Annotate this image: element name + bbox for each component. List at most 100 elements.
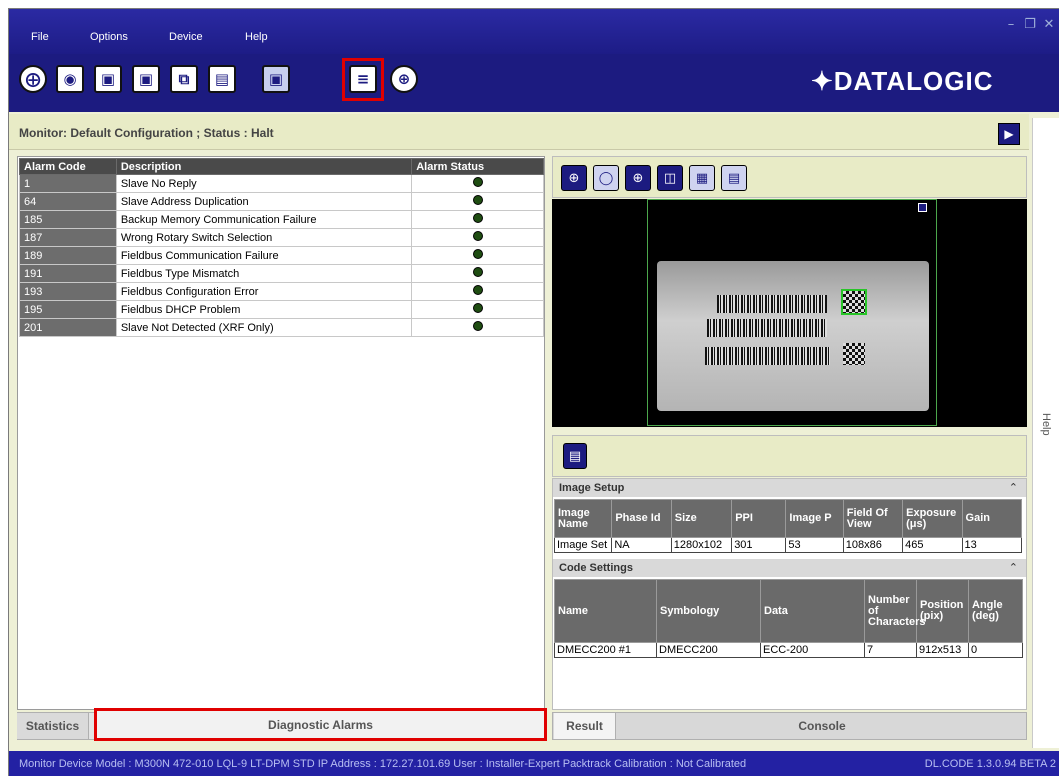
- col-angle[interactable]: Angle (deg): [968, 579, 1023, 643]
- tab-result[interactable]: Result: [554, 713, 616, 739]
- col-data[interactable]: Data: [760, 579, 865, 643]
- cell: DMECC200 #1: [554, 642, 657, 658]
- status-led-icon: [472, 321, 483, 331]
- crosshair-icon[interactable]: ⨁: [19, 65, 47, 93]
- table-row[interactable]: 189 Fieldbus Communication Failure: [19, 246, 544, 265]
- col-number-of-characters[interactable]: Number of Characters: [864, 579, 925, 643]
- alarm-description: Fieldbus DHCP Problem: [115, 300, 413, 319]
- cell: DMECC200: [656, 642, 761, 658]
- play-button[interactable]: ▶: [998, 123, 1020, 145]
- alarm-description: Backup Memory Communication Failure: [115, 210, 413, 229]
- cell: 7: [864, 642, 917, 658]
- col-phase-id[interactable]: Phase Id: [611, 499, 672, 538]
- menu-device[interactable]: Device: [169, 31, 203, 43]
- image-setup-header[interactable]: Image Setup ⌃: [553, 479, 1026, 497]
- col-exposure[interactable]: Exposure (μs): [902, 499, 963, 538]
- table-row[interactable]: 64 Slave Address Duplication: [19, 192, 544, 211]
- table-row[interactable]: DMECC200 #1 DMECC200 ECC-200 7 912x513 0: [554, 642, 1023, 658]
- table-row[interactable]: 201 Slave Not Detected (XRF Only): [19, 318, 544, 337]
- save-image-icon[interactable]: ◫: [657, 165, 683, 191]
- tab-console[interactable]: Console: [617, 713, 1027, 739]
- monitor-status-text: Monitor: Default Configuration ; Status …: [19, 126, 274, 140]
- table-row[interactable]: 193 Fieldbus Configuration Error: [19, 282, 544, 301]
- alarm-description: Slave Address Duplication: [115, 192, 413, 211]
- code-settings-table: Name Symbology Data Number of Characters…: [554, 579, 1023, 658]
- zoom-100-icon[interactable]: ◯: [593, 165, 619, 191]
- camera-save-icon[interactable]: ▣: [132, 65, 160, 93]
- monitor-highlight: [342, 58, 384, 101]
- status-led-icon: [472, 213, 483, 223]
- col-image-p[interactable]: Image P: [785, 499, 844, 538]
- alarm-description: Slave No Reply: [115, 174, 413, 193]
- table-row[interactable]: 195 Fieldbus DHCP Problem: [19, 300, 544, 319]
- image-toolbar: ⊕ ◯ ⊕ ◫ ▦ ▤: [552, 156, 1027, 198]
- window-save-icon[interactable]: ▤: [208, 65, 236, 93]
- col-ppi[interactable]: PPI: [731, 499, 787, 538]
- table-row[interactable]: 1 Slave No Reply: [19, 174, 544, 193]
- window-export-icon[interactable]: ⧉: [170, 65, 198, 93]
- table-row[interactable]: 191 Fieldbus Type Mismatch: [19, 264, 544, 283]
- alarm-description: Fieldbus Communication Failure: [115, 246, 413, 265]
- alarm-code: 191: [19, 264, 117, 283]
- close-icon[interactable]: ✕: [1040, 17, 1058, 33]
- alarm-code: 1: [19, 174, 117, 193]
- col-image-name[interactable]: Image Name: [553, 499, 613, 538]
- col-gain[interactable]: Gain: [961, 499, 1023, 538]
- monitor-status-bar: Monitor: Default Configuration ; Status …: [9, 114, 1029, 150]
- image-setup-table: Image Name Phase Id Size PPI Image P Fie…: [553, 499, 1023, 553]
- tab-diagnostic-alarms[interactable]: Diagnostic Alarms: [94, 708, 547, 741]
- camera-disabled-icon[interactable]: ▣: [262, 65, 290, 93]
- chevron-up-icon[interactable]: ⌃: [1009, 559, 1018, 577]
- zoom-fit-icon[interactable]: ⊕: [625, 165, 651, 191]
- clipboard-icon[interactable]: ▤: [563, 443, 587, 469]
- cell: Image Set: [553, 537, 613, 553]
- col-name[interactable]: Name: [554, 579, 657, 643]
- alarm-code: 185: [19, 210, 117, 229]
- alarm-description: Wrong Rotary Switch Selection: [115, 228, 413, 247]
- table-row[interactable]: 187 Wrong Rotary Switch Selection: [19, 228, 544, 247]
- col-alarm-code[interactable]: Alarm Code: [19, 158, 117, 175]
- expand-icon[interactable]: [918, 203, 927, 212]
- col-field-of-view[interactable]: Field Of View: [842, 499, 904, 538]
- chevron-up-icon[interactable]: ⌃: [1009, 479, 1018, 497]
- help-label[interactable]: Help: [1040, 413, 1052, 436]
- barcode-graphic: [717, 295, 827, 313]
- alarm-description: Fieldbus Configuration Error: [115, 282, 413, 301]
- zoom-in-icon[interactable]: ⊕: [561, 165, 587, 191]
- menu-bar: File Options Device Help – ❐ ✕: [9, 9, 1059, 54]
- camera-settings-icon[interactable]: ◉: [56, 65, 84, 93]
- code-settings-header[interactable]: Code Settings ⌃: [553, 559, 1026, 577]
- table-row[interactable]: Image Set NA 1280x102 301 53 108x86 465 …: [553, 537, 1023, 553]
- tab-statistics[interactable]: Statistics: [17, 713, 89, 739]
- camera-export-icon[interactable]: ▣: [94, 65, 122, 93]
- target-icon[interactable]: ⊕: [390, 65, 418, 93]
- layout-icon[interactable]: ▤: [721, 165, 747, 191]
- col-symbology[interactable]: Symbology: [656, 579, 761, 643]
- grid-icon[interactable]: ▦: [689, 165, 715, 191]
- camera-image-view[interactable]: [552, 199, 1027, 427]
- col-description[interactable]: Description: [115, 158, 413, 175]
- alarm-table: Alarm Code Description Alarm Status 1 Sla…: [19, 158, 544, 337]
- minimize-icon[interactable]: –: [1002, 17, 1020, 33]
- menu-file[interactable]: File: [31, 31, 49, 43]
- cell: 1280x102: [670, 537, 733, 553]
- toolbar: ⨁ ◉ ▣ ▣ ⧉ ▤ ▣ ≡ ⊕ ✦DATALOGIC: [9, 54, 1059, 112]
- col-size[interactable]: Size: [670, 499, 733, 538]
- status-bar-left: Monitor Device Model : M300N 472-010 LQL…: [19, 758, 747, 770]
- cell: 13: [961, 537, 1023, 553]
- status-led-icon: [472, 285, 483, 295]
- image-setup-title: Image Setup: [559, 482, 625, 494]
- alarm-code: 64: [19, 192, 117, 211]
- col-position[interactable]: Position (pix): [916, 579, 969, 643]
- version-label: DL.CODE 1.3.0.94 BETA 2: [924, 758, 1056, 770]
- menu-help[interactable]: Help: [245, 31, 268, 43]
- table-row[interactable]: 185 Backup Memory Communication Failure: [19, 210, 544, 229]
- menu-options[interactable]: Options: [90, 31, 128, 43]
- datalogic-logo: ✦DATALOGIC: [811, 66, 994, 96]
- col-alarm-status[interactable]: Alarm Status: [411, 158, 544, 175]
- decode-highlight: [841, 289, 867, 315]
- cell: 301: [731, 537, 787, 553]
- cell: 53: [785, 537, 844, 553]
- restore-icon[interactable]: ❐: [1021, 17, 1039, 33]
- alarm-code: 187: [19, 228, 117, 247]
